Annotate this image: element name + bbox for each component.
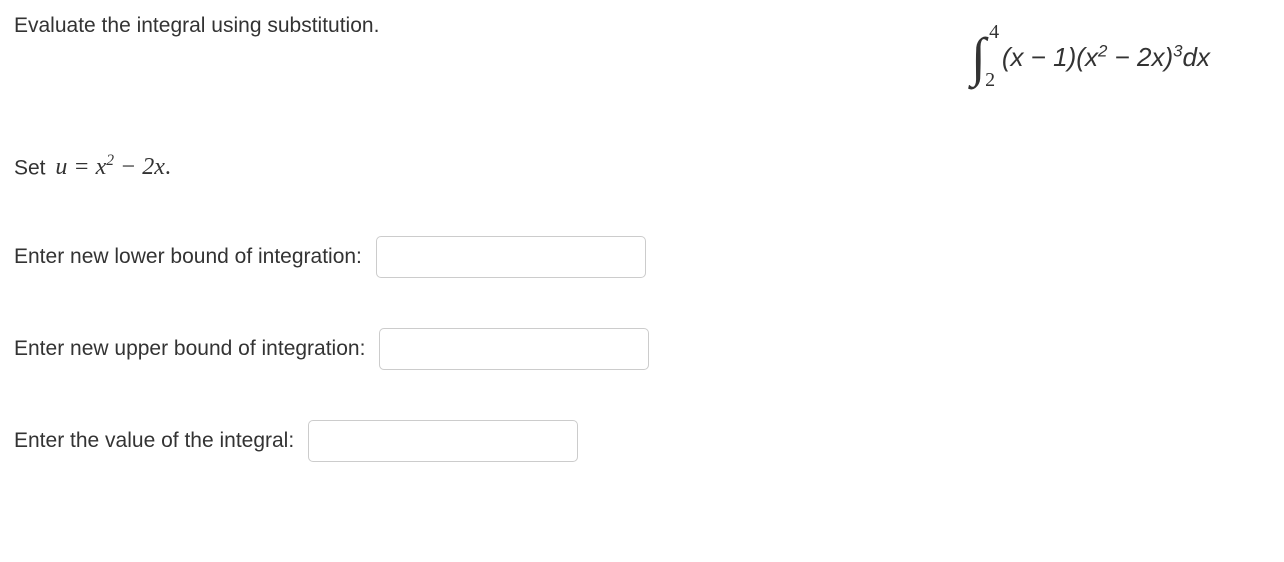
lower-bound-input[interactable] [376, 236, 646, 278]
integral-sign-icon: ∫ 4 2 [971, 30, 986, 84]
integrand-text: (x − 1)(x2 − 2x)3dx [990, 42, 1210, 73]
lower-bound-label: Enter new lower bound of integration: [14, 245, 362, 269]
integral-lower-bound: 2 [985, 70, 995, 90]
integral-value-input[interactable] [308, 420, 578, 462]
upper-bound-input[interactable] [379, 328, 649, 370]
integral-expression: ∫ 4 2 (x − 1)(x2 − 2x)3dx [971, 12, 1270, 84]
substitution-line: Set u = x2 − 2x. [14, 154, 1270, 181]
upper-bound-label: Enter new upper bound of integration: [14, 337, 365, 361]
integral-upper-bound: 4 [989, 22, 999, 42]
substitution-expression: u = x2 − 2x. [51, 154, 171, 180]
integral-value-label: Enter the value of the integral: [14, 429, 294, 453]
instruction-text: Evaluate the integral using substitution… [14, 12, 379, 39]
set-label: Set [14, 156, 46, 179]
